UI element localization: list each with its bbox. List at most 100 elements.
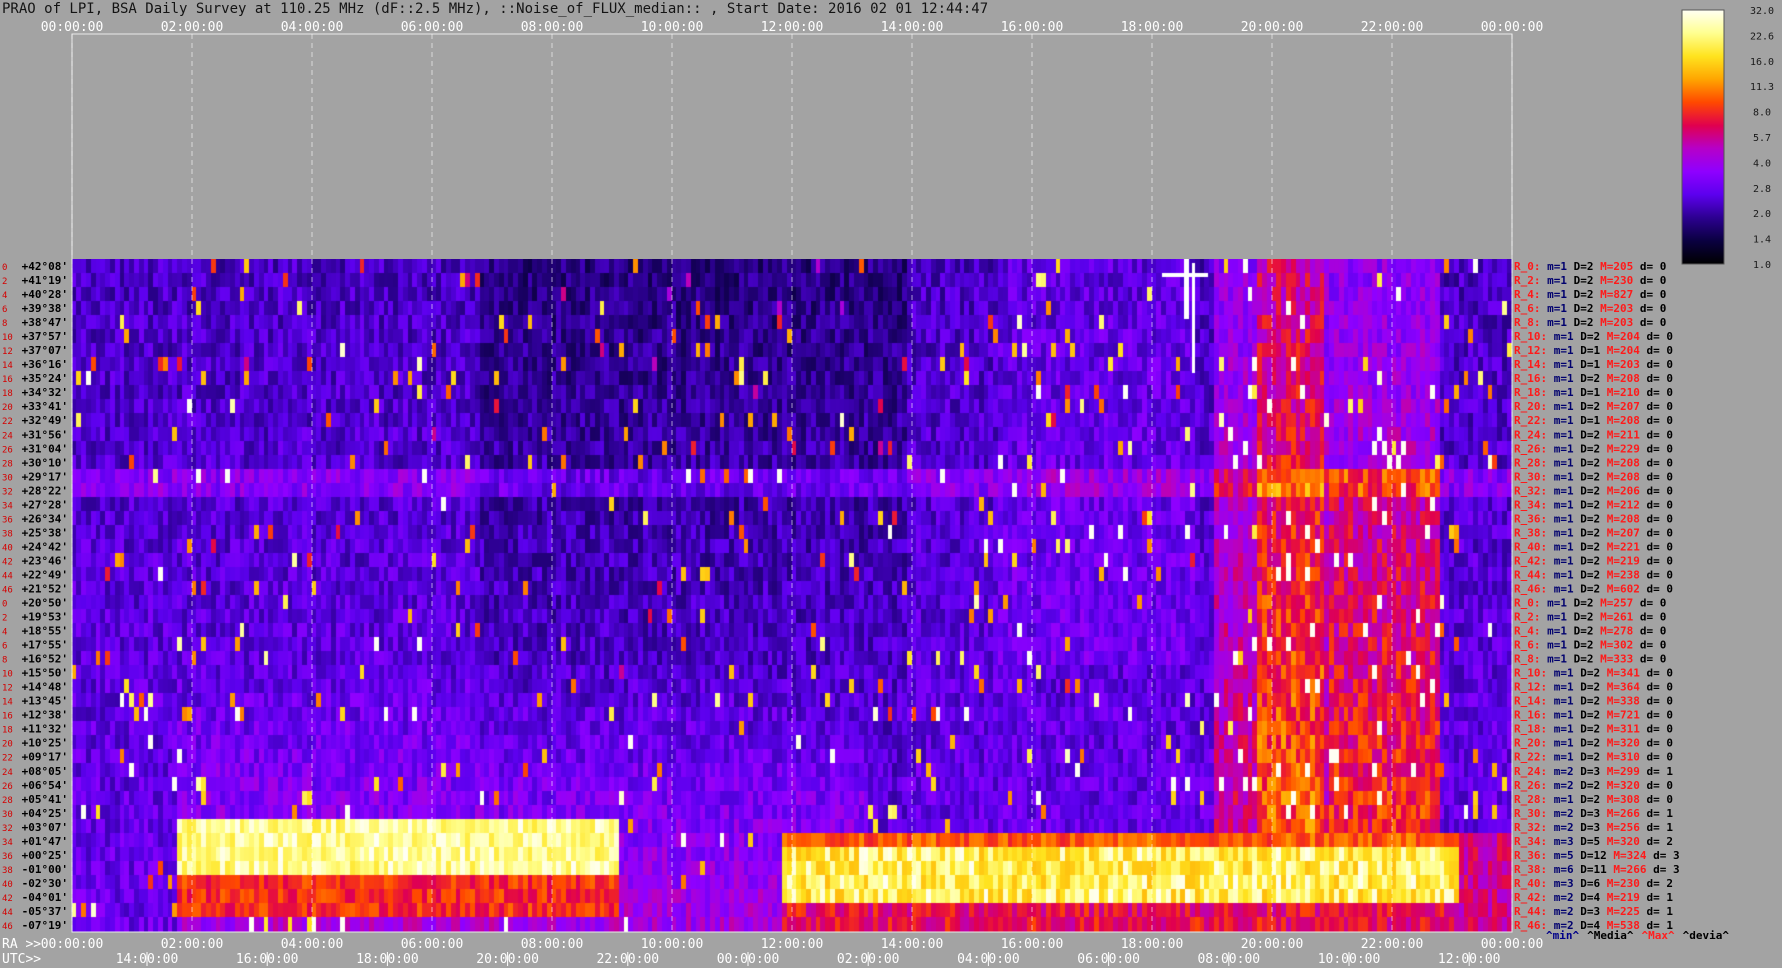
beam-stat-d: d= 0 (1640, 456, 1673, 469)
declination-label: +29°17' (22, 470, 68, 483)
utc-tick: 16:00:00 (236, 952, 299, 967)
colorbar-tick: 4.0 (1753, 158, 1771, 169)
beam-stat: R_0: m=1 D=2 M=205 d= 0 (1514, 260, 1666, 273)
row-number: 46 (2, 585, 13, 595)
beam-stat-d: d= 0 (1640, 681, 1673, 694)
beam-stat-r: R_30: (1514, 470, 1547, 483)
colorbar-tick: 1.0 (1753, 260, 1771, 271)
beam-stat-d: d= 0 (1640, 582, 1673, 595)
colorbar (1681, 9, 1725, 265)
beam-stat-r: R_44: (1514, 905, 1547, 918)
declination-label: +19°53' (22, 611, 68, 624)
beam-stat-m: m=1 (1547, 723, 1574, 736)
row-number: 30 (2, 473, 13, 483)
ra-tick: 08:00:00 (521, 937, 584, 952)
beam-stat: R_6: m=1 D=2 M=302 d= 0 (1514, 639, 1666, 652)
declination-label: +11°32' (22, 723, 68, 736)
beam-stat-m: m=1 (1547, 414, 1574, 427)
beam-stat-m: M=320 (1600, 779, 1640, 792)
beam-stat-d: D=1 (1574, 386, 1601, 399)
beam-stat-m: M=338 (1600, 695, 1640, 708)
beam-stat: R_0: m=1 D=2 M=257 d= 0 (1514, 597, 1666, 610)
top-time-tick: 12:00:00 (761, 20, 824, 35)
row-number: 8 (2, 319, 7, 329)
utc-tick: 04:00:00 (957, 952, 1020, 967)
beam-stat-m: m=1 (1541, 653, 1568, 666)
ra-tick: 22:00:00 (1361, 937, 1424, 952)
declination-label: +37°07' (22, 344, 68, 357)
beam-stat-r: R_16: (1514, 372, 1547, 385)
row-number: 16 (2, 375, 13, 385)
beam-stat-r: R_6: (1514, 302, 1541, 315)
declination-label: +01°47' (22, 835, 68, 848)
beam-stat-m: M=204 (1600, 330, 1640, 343)
beam-stat-r: R_28: (1514, 456, 1547, 469)
row-number: 0 (2, 600, 7, 610)
declination-label: +15°50' (22, 667, 68, 680)
beam-stat-d: D=1 (1574, 344, 1601, 357)
beam-stat-m: m=1 (1547, 386, 1574, 399)
beam-stat-r: R_12: (1514, 681, 1547, 694)
beam-stat-d: D=2 (1574, 400, 1601, 413)
ra-tick: 04:00:00 (281, 937, 344, 952)
beam-stat-m: M=205 (1594, 260, 1634, 273)
row-number: 2 (2, 614, 7, 624)
beam-stat-d: D=2 (1574, 456, 1601, 469)
beam-stat-m: m=1 (1547, 400, 1574, 413)
beam-stat-m: M=208 (1600, 470, 1640, 483)
beam-stat-d: D=2 (1574, 372, 1601, 385)
beam-stat-r: R_46: (1514, 582, 1547, 595)
top-time-tick: 22:00:00 (1361, 20, 1424, 35)
beam-stat-m: m=1 (1547, 442, 1574, 455)
beam-stat-r: R_36: (1514, 512, 1547, 525)
beam-stat-r: R_16: (1514, 709, 1547, 722)
beam-stat-m: m=1 (1541, 302, 1568, 315)
row-number: 0 (2, 263, 7, 273)
beam-stat: R_12: m=1 D=1 M=204 d= 0 (1514, 344, 1673, 357)
beam-stat-r: R_44: (1514, 568, 1547, 581)
beam-stat-d: D=2 (1574, 568, 1601, 581)
beam-stat: R_24: m=2 D=3 M=299 d= 1 (1514, 765, 1673, 778)
beam-stat-d: d= 0 (1633, 597, 1666, 610)
row-number: 36 (2, 515, 13, 525)
beam-stat: R_40: m=1 D=2 M=221 d= 0 (1514, 540, 1673, 553)
beam-stat-m: M=203 (1594, 316, 1634, 329)
beam-stat-d: D=3 (1574, 807, 1601, 820)
beam-stat-m: M=256 (1600, 821, 1640, 834)
top-time-tick: 02:00:00 (161, 20, 224, 35)
beam-stat-m: M=212 (1600, 498, 1640, 511)
beam-stat-d: d= 2 (1640, 835, 1673, 848)
beam-stat-r: R_22: (1514, 414, 1547, 427)
beam-stat-r: R_8: (1514, 653, 1541, 666)
beam-stat-d: D=2 (1574, 526, 1601, 539)
declination-label: -04°01' (22, 891, 68, 904)
beam-stat-d: D=2 (1574, 723, 1601, 736)
beam-stat-r: R_8: (1514, 316, 1541, 329)
beam-stat-m: M=208 (1600, 372, 1640, 385)
utc-axis-label: UTC>> (2, 952, 41, 967)
beam-stat-d: d= 0 (1633, 625, 1666, 638)
beam-stat-m: M=230 (1594, 274, 1634, 287)
declination-label: -07°19' (22, 919, 68, 932)
declination-label: -02°30' (22, 877, 68, 890)
beam-stat-r: R_10: (1514, 330, 1547, 343)
beam-stat-m: m=1 (1541, 260, 1568, 273)
declination-label: +37°57' (22, 330, 68, 343)
colorbar-tick: 2.8 (1753, 184, 1771, 195)
row-number: 16 (2, 712, 13, 722)
row-number: 8 (2, 656, 7, 666)
beam-stat-d: D=2 (1574, 484, 1601, 497)
beam-stat-r: R_12: (1514, 344, 1547, 357)
beam-stat: R_8: m=1 D=2 M=203 d= 0 (1514, 316, 1666, 329)
beam-stat-r: R_22: (1514, 751, 1547, 764)
beam-stat-d: D=2 (1574, 330, 1601, 343)
beam-stat-r: R_26: (1514, 442, 1547, 455)
beam-stat-d: d= 0 (1640, 737, 1673, 750)
utc-tick: 10:00:00 (1318, 952, 1381, 967)
colorbar-tick: 16.0 (1750, 57, 1774, 68)
beam-stat-m: M=333 (1594, 653, 1634, 666)
beam-stat-m: M=278 (1594, 625, 1634, 638)
beam-stat-d: D=2 (1567, 274, 1594, 287)
beam-stat-m: m=1 (1547, 540, 1574, 553)
row-number: 14 (2, 698, 13, 708)
